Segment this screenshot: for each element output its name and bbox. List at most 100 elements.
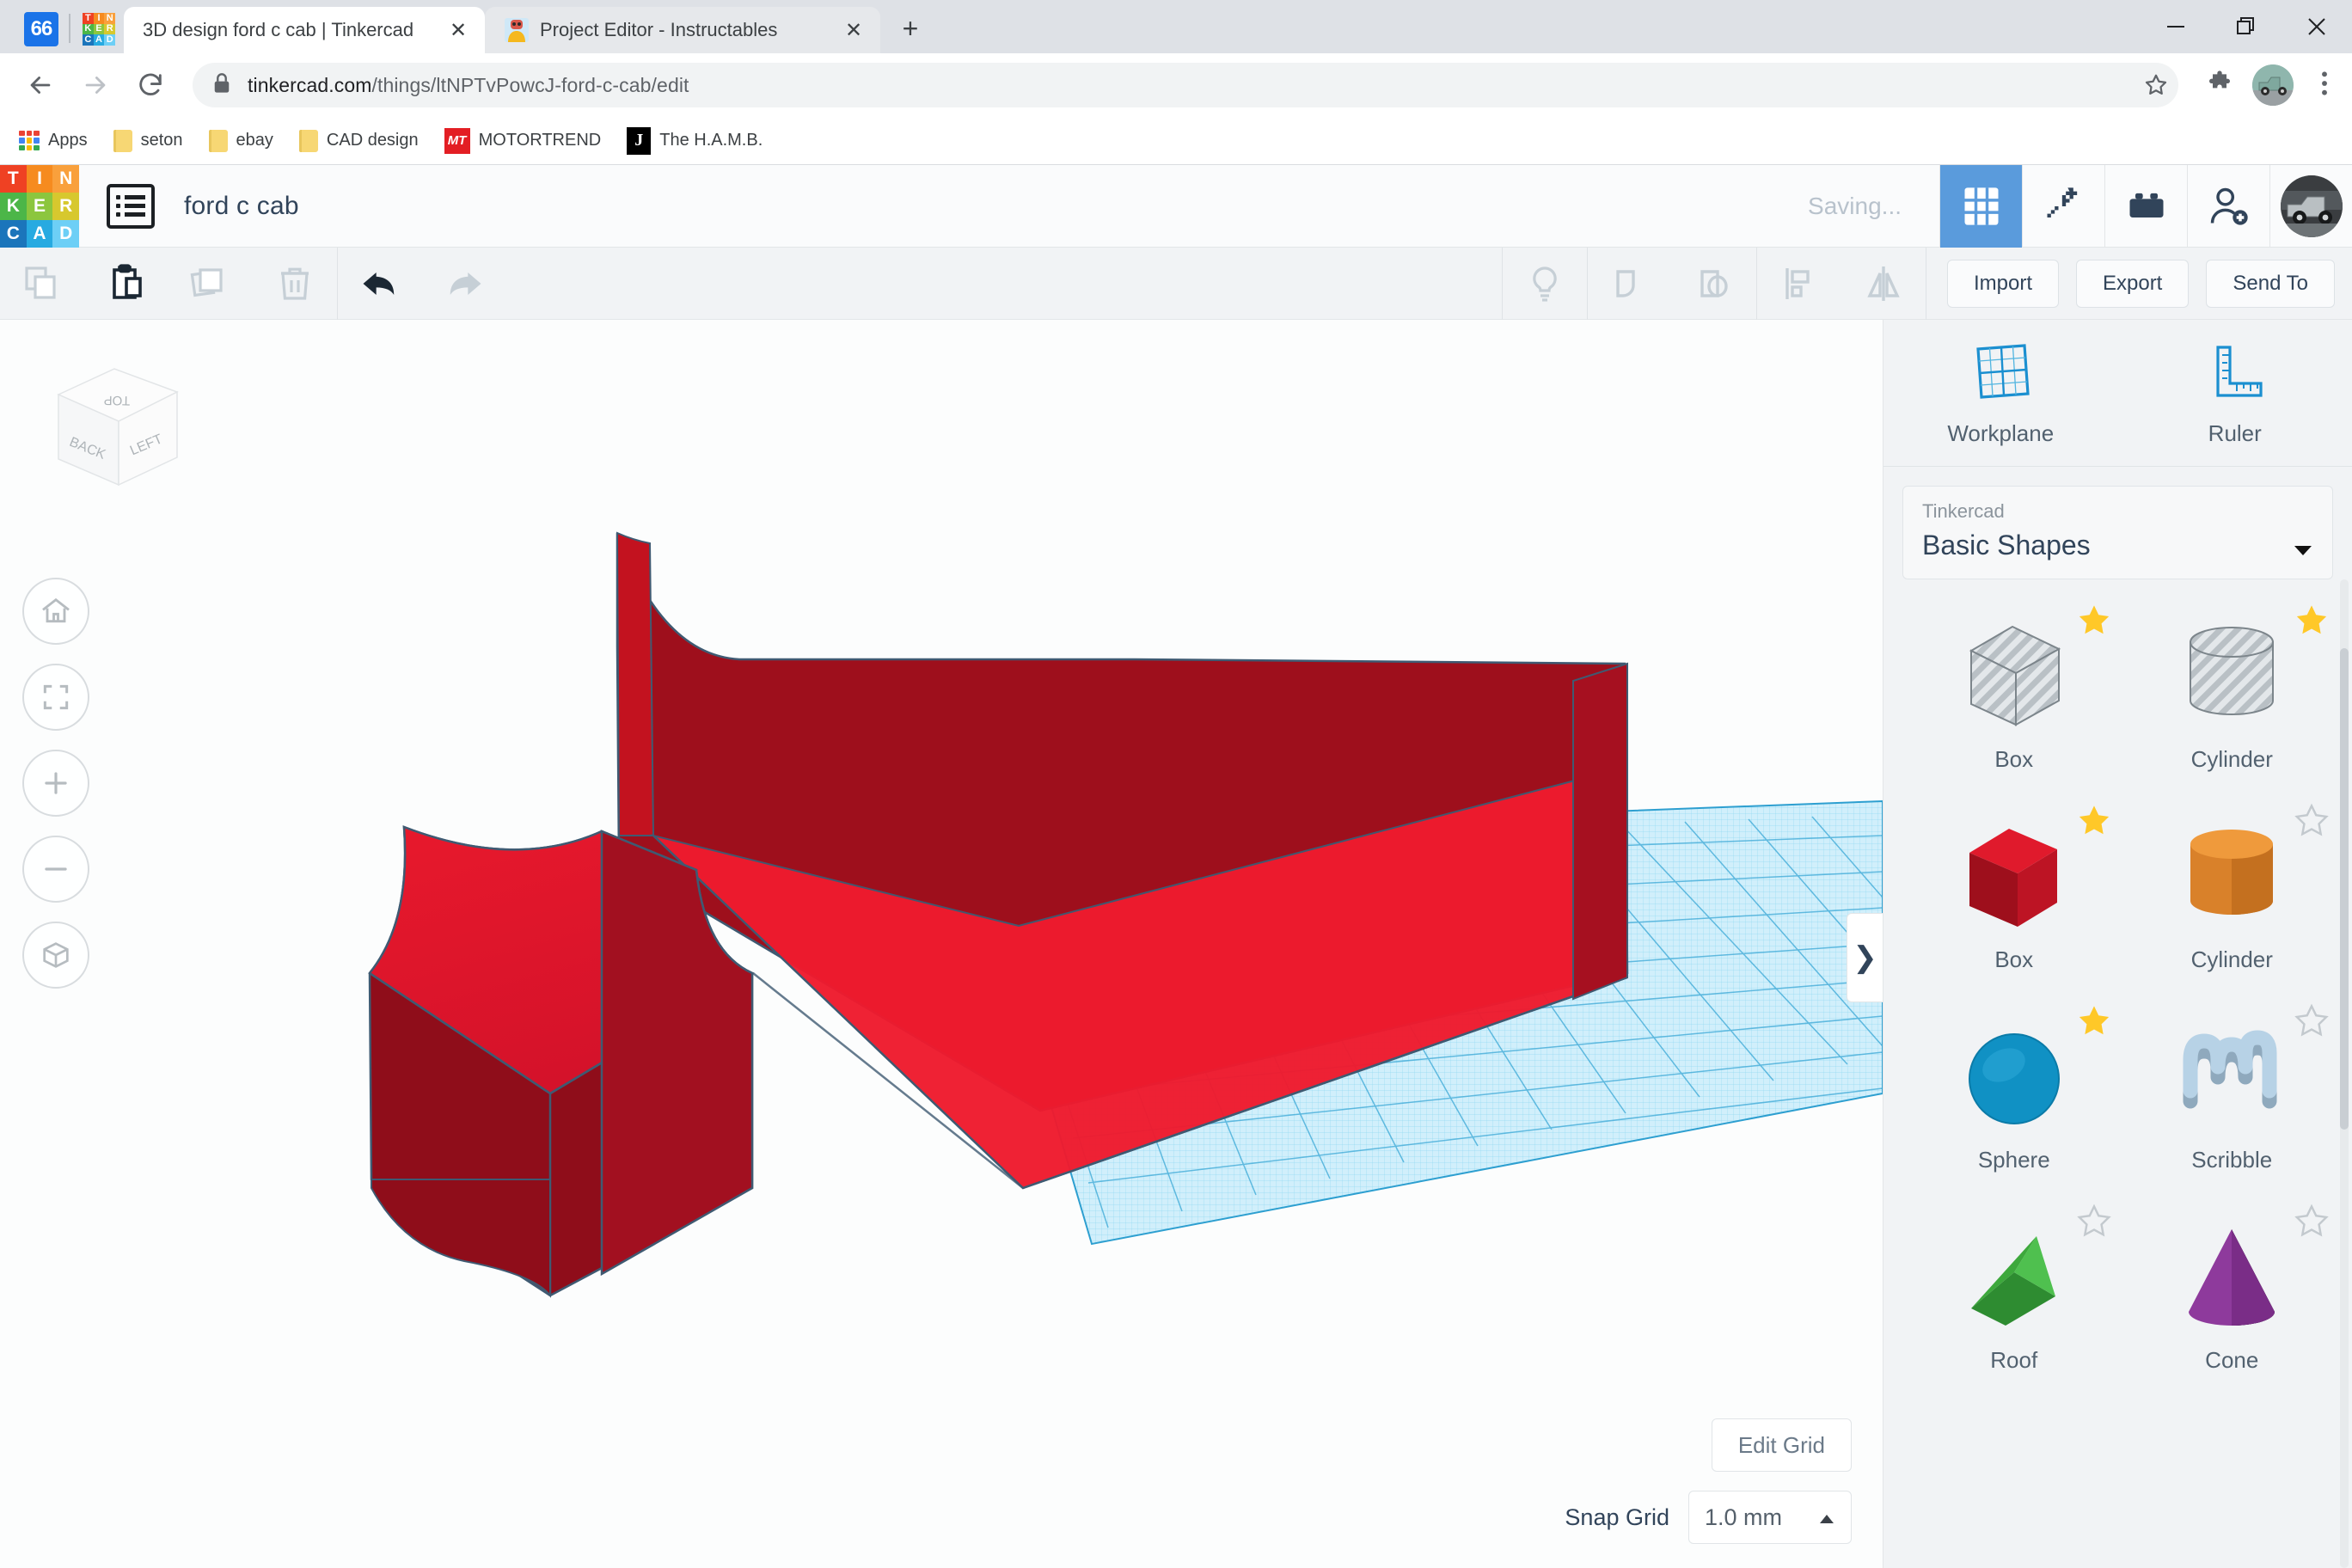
redo-button[interactable] xyxy=(422,248,506,320)
restore-icon[interactable] xyxy=(2211,0,2282,53)
fit-to-view-button[interactable] xyxy=(22,664,89,731)
tab-tinkercad[interactable]: 3D design ford c cab | Tinkercad ✕ xyxy=(124,7,485,53)
home-view-button[interactable] xyxy=(22,578,89,645)
profile-avatar[interactable] xyxy=(2252,64,2294,106)
panel-tools: Workplane Ruler xyxy=(1883,320,2352,467)
shape-library-select[interactable]: Tinkercad Basic Shapes xyxy=(1902,486,2333,579)
new-tab-button[interactable]: + xyxy=(891,9,930,48)
canvas-nav-buttons xyxy=(22,578,89,989)
blocks-view-button[interactable] xyxy=(1939,165,2022,248)
3d-canvas[interactable]: TOP BACK LEFT Edit Grid Snap Grid 1.0 mm… xyxy=(0,320,1883,1568)
export-button[interactable]: Export xyxy=(2075,260,2190,308)
ungroup-button[interactable] xyxy=(1672,248,1756,320)
bookmark-the-hamb[interactable]: J The H.A.M.B. xyxy=(627,126,763,155)
bookmark-cad-design[interactable]: CAD design xyxy=(298,129,419,152)
tab-instructables[interactable]: Project Editor - Instructables ✕ xyxy=(485,7,880,53)
add-person-button[interactable] xyxy=(2187,165,2269,248)
paste-button[interactable] xyxy=(84,248,168,320)
shape-item-hole-cylinder[interactable]: Cylinder xyxy=(2128,598,2337,799)
shape-label: Cylinder xyxy=(2190,946,2273,972)
close-icon[interactable]: ✕ xyxy=(444,15,473,45)
minecraft-view-button[interactable] xyxy=(2022,165,2104,248)
tab-title: 3D design ford c cab | Tinkercad xyxy=(143,19,414,40)
back-arrow-icon[interactable] xyxy=(15,60,65,110)
edit-grid-button[interactable]: Edit Grid xyxy=(1711,1418,1852,1472)
star-outline-icon[interactable] xyxy=(2294,1002,2330,1038)
reload-icon[interactable] xyxy=(126,60,175,110)
zoom-in-button[interactable] xyxy=(22,750,89,817)
shape-label: Box xyxy=(1994,946,2034,972)
workplane-label: Workplane xyxy=(1947,420,2055,446)
star-outline-icon[interactable] xyxy=(2294,1203,2330,1239)
shape-item-scribble[interactable]: Scribble xyxy=(2128,999,2337,1199)
design-list-icon[interactable] xyxy=(107,183,155,229)
tinkercad-logo-icon[interactable]: T I N K E R C A D xyxy=(0,164,79,248)
shape-label: Scribble xyxy=(2191,1147,2273,1173)
cylinder-art xyxy=(2167,811,2296,940)
workplane-grid-icon xyxy=(1968,340,2033,408)
bricks-view-button[interactable] xyxy=(2104,165,2187,248)
sphere-art xyxy=(1950,1011,2079,1140)
star-outline-icon[interactable] xyxy=(2294,802,2330,838)
bookmarks-bar: Apps seton ebay CAD design MT MOTORTREND… xyxy=(0,117,2352,165)
bookmark-apps[interactable]: Apps xyxy=(19,130,88,151)
align-button[interactable] xyxy=(1757,248,1841,320)
star-filled-icon[interactable] xyxy=(2076,802,2112,838)
workplane-tool[interactable]: Workplane xyxy=(1883,320,2118,466)
address-bar[interactable]: tinkercad.com/things/ltNPTvPowcJ-ford-c-… xyxy=(193,63,2177,107)
perspective-toggle-button[interactable] xyxy=(22,922,89,989)
motortrend-icon: MT xyxy=(444,127,470,154)
snap-grid-select[interactable]: 1.0 mm xyxy=(1688,1491,1852,1544)
bookmark-label: Apps xyxy=(48,131,88,150)
ruler-tool[interactable]: Ruler xyxy=(2118,320,2352,466)
close-icon[interactable] xyxy=(2282,0,2352,53)
save-status: Saving... xyxy=(1808,193,1902,219)
bookmark-ebay[interactable]: ebay xyxy=(208,129,273,152)
bookmark-seton[interactable]: seton xyxy=(113,129,183,152)
panel-collapse-toggle[interactable]: ❯ xyxy=(1847,913,1883,1002)
3d-scene[interactable] xyxy=(0,320,1883,1544)
view-cube[interactable]: TOP BACK LEFT xyxy=(33,356,196,506)
apps-grid-icon xyxy=(19,130,40,151)
shape-item-hole-box[interactable]: Box xyxy=(1909,598,2119,799)
star-outline-icon[interactable] xyxy=(2076,1203,2112,1239)
minimize-icon[interactable] xyxy=(2141,0,2211,53)
star-filled-icon[interactable] xyxy=(2076,602,2112,638)
caret-down-icon xyxy=(2293,543,2313,561)
delete-button[interactable] xyxy=(253,248,337,320)
shape-item-box[interactable]: Box xyxy=(1909,799,2119,999)
extension-icons xyxy=(2184,64,2337,106)
shape-item-sphere[interactable]: Sphere xyxy=(1909,999,2119,1199)
mirror-button[interactable] xyxy=(1841,248,1926,320)
forward-arrow-icon[interactable] xyxy=(70,60,120,110)
close-icon[interactable]: ✕ xyxy=(839,15,868,45)
site-badge[interactable]: 66 xyxy=(24,12,58,46)
star-filled-icon[interactable] xyxy=(2294,602,2330,638)
zoom-out-button[interactable] xyxy=(22,836,89,903)
three-dots-menu-icon[interactable] xyxy=(2312,70,2337,101)
shape-item-cone[interactable]: Cone xyxy=(2128,1199,2337,1400)
send-to-button[interactable]: Send To xyxy=(2206,260,2335,308)
duplicate-button[interactable] xyxy=(168,248,253,320)
shape-item-roof[interactable]: Roof xyxy=(1909,1199,2119,1400)
group-button[interactable] xyxy=(1588,248,1672,320)
app-header: T I N K E R C A D ford c cab Saving... xyxy=(0,164,2352,248)
truck-cab-model[interactable] xyxy=(368,531,1629,1298)
copy-button[interactable] xyxy=(0,248,84,320)
star-icon[interactable] xyxy=(2134,63,2178,107)
page-title[interactable]: ford c cab xyxy=(184,192,299,221)
shape-item-cylinder[interactable]: Cylinder xyxy=(2128,799,2337,999)
snap-grid-row: Snap Grid 1.0 mm xyxy=(1565,1491,1852,1544)
puzzle-piece-icon[interactable] xyxy=(2206,70,2233,101)
star-filled-icon[interactable] xyxy=(2076,1002,2112,1038)
import-button[interactable]: Import xyxy=(1946,260,2059,308)
hint-button[interactable] xyxy=(1503,248,1587,320)
user-avatar[interactable] xyxy=(2269,165,2352,248)
panel-scrollbar-thumb[interactable] xyxy=(2340,648,2349,1130)
bookmark-label: CAD design xyxy=(326,131,419,150)
bookmark-motortrend[interactable]: MT MOTORTREND xyxy=(444,127,601,154)
undo-button[interactable] xyxy=(338,248,422,320)
jalopy-journal-icon: J xyxy=(627,126,652,155)
header-right-group: Saving... xyxy=(1770,165,2352,248)
url-path: /things/ltNPTvPowcJ-ford-c-cab/edit xyxy=(371,73,689,96)
